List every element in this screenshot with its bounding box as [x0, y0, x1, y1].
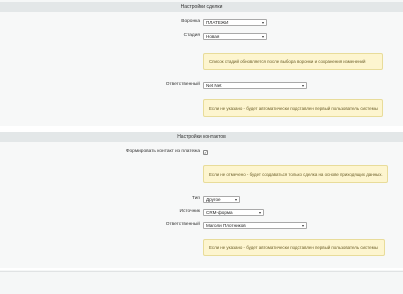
- deal-settings-title: Настройки сделки: [180, 4, 223, 10]
- footer-divider: [0, 271, 403, 272]
- stage-label: Стадия: [183, 33, 200, 38]
- deal-responsible-label: Ответственный: [165, 82, 200, 87]
- type-select[interactable]: Другое ▾: [203, 196, 240, 203]
- funnel-label: Воронка: [181, 19, 200, 24]
- chevron-down-icon: ▾: [301, 83, 304, 88]
- source-select[interactable]: CRM-форма ▾: [203, 209, 264, 216]
- chevron-down-icon: ▾: [301, 223, 304, 228]
- source-label: Источник: [179, 209, 200, 214]
- deal-responsible-select[interactable]: Net Net ▾: [203, 82, 307, 89]
- create-contact-label: Формировать контакт из платежа: [125, 149, 200, 154]
- create-contact-checkbox[interactable]: ✓: [203, 150, 208, 155]
- stage-select[interactable]: Новая ▾: [203, 33, 267, 40]
- contact-responsible-select[interactable]: Маголи Плотников ▾: [203, 222, 307, 229]
- contact-responsible-hint: Если не указано - будет автоматически по…: [203, 239, 385, 256]
- type-label: Тип: [192, 196, 200, 201]
- chevron-down-icon: ▾: [261, 34, 264, 39]
- funnel-select[interactable]: ПЛАТЕЖИ ▾: [203, 19, 267, 26]
- contact-responsible-label: Ответственный: [165, 222, 200, 227]
- chevron-down-icon: ▾: [261, 20, 264, 25]
- stage-hint: Список стадий обновляется после выбора в…: [203, 53, 383, 70]
- contact-settings-title: Настройки контактов: [177, 134, 226, 140]
- deal-responsible-hint: Если не указано - будет автоматически по…: [203, 99, 383, 117]
- chevron-down-icon: ▾: [258, 210, 261, 215]
- chevron-down-icon: ▾: [234, 197, 237, 202]
- create-contact-hint: Если не отмечено - будет создаваться тол…: [203, 165, 388, 183]
- deal-settings-header: Настройки сделки: [0, 2, 403, 12]
- contact-settings-header: Настройки контактов: [0, 132, 403, 142]
- settings-panel: Настройки сделки Воронка ПЛАТЕЖИ ▾ Стади…: [0, 2, 403, 270]
